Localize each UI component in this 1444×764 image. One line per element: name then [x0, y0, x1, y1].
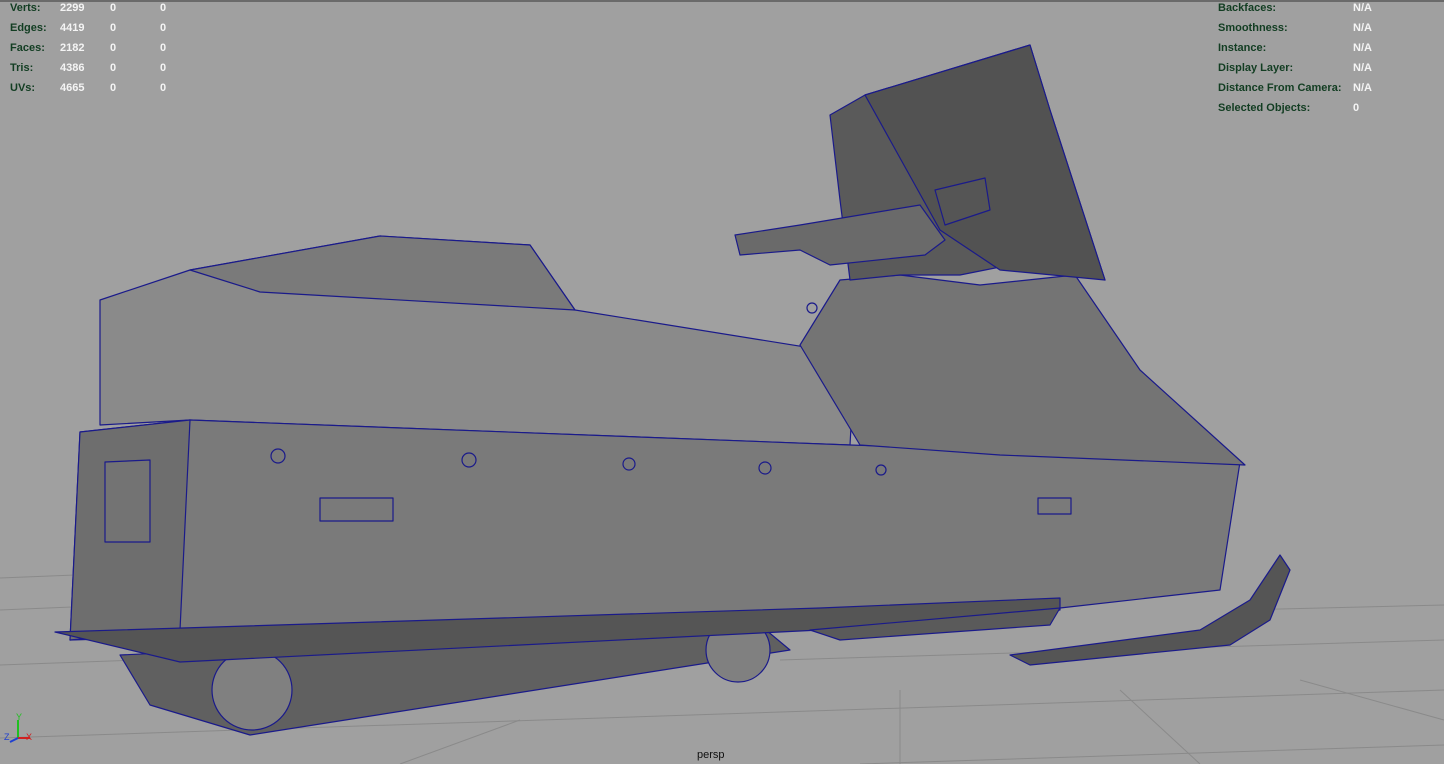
axis-z-label: Z — [4, 732, 10, 742]
axis-y-label: Y — [16, 712, 22, 722]
hud-value: 0 — [110, 22, 117, 34]
hud-value: 0 — [160, 62, 167, 74]
hud-row-instance: Instance: N/A — [1218, 40, 1418, 60]
hud-row-display-layer: Display Layer: N/A — [1218, 60, 1418, 80]
hud-value: 2182 — [60, 42, 85, 54]
hud-label: UVs: — [10, 82, 36, 94]
hud-value: 0 — [160, 82, 167, 94]
hud-value: N/A — [1353, 2, 1372, 14]
hud-row-backfaces: Backfaces: N/A — [1218, 0, 1418, 20]
hud-value: 0 — [110, 42, 117, 54]
hud-value: N/A — [1353, 62, 1372, 74]
hud-value: 0 — [110, 82, 117, 94]
hud-row-selected-objects: Selected Objects: 0 — [1218, 100, 1418, 120]
axis-x-label: X — [26, 732, 32, 742]
hud-row-distance: Distance From Camera: N/A — [1218, 80, 1418, 100]
hud-value: 0 — [110, 2, 117, 14]
hud-value: 0 — [110, 62, 117, 74]
hud-row-tris: Tris: 4386 0 0 — [10, 60, 190, 80]
hud-label: Instance: — [1218, 42, 1267, 54]
hud-value: 0 — [160, 22, 167, 34]
hud-row-verts: Verts: 2299 0 0 — [10, 0, 190, 20]
hud-row-faces: Faces: 2182 0 0 — [10, 40, 190, 60]
hud-label: Backfaces: — [1218, 2, 1277, 14]
hud-label: Display Layer: — [1218, 62, 1294, 74]
hud-row-smoothness: Smoothness: N/A — [1218, 20, 1418, 40]
hud-label: Smoothness: — [1218, 22, 1288, 34]
hud-value: 0 — [160, 2, 167, 14]
hud-value: 4386 — [60, 62, 85, 74]
hud-value: 2299 — [60, 2, 85, 14]
snowmobile-model — [54, 44, 1291, 736]
axis-icon: Y X Z — [4, 712, 32, 743]
hud-label: Faces: — [10, 42, 45, 54]
camera-name-label: persp — [697, 749, 725, 761]
hud-label: Tris: — [10, 62, 34, 74]
hud-value: N/A — [1353, 22, 1372, 34]
hud-value: 0 — [1353, 102, 1360, 114]
hud-label: Distance From Camera: — [1218, 82, 1342, 94]
hud-label: Verts: — [10, 2, 41, 14]
hud-value: 0 — [160, 42, 167, 54]
view-axis-indicator: Y X Z — [2, 712, 42, 751]
hud-value: 4419 — [60, 22, 85, 34]
hud-label: Edges: — [10, 22, 47, 34]
hud-value: 4665 — [60, 82, 85, 94]
hud-value: N/A — [1353, 82, 1372, 94]
hud-row-edges: Edges: 4419 0 0 — [10, 20, 190, 40]
hud-value: N/A — [1353, 42, 1372, 54]
hud-label: Selected Objects: — [1218, 102, 1311, 114]
hud-row-uvs: UVs: 4665 0 0 — [10, 80, 190, 100]
